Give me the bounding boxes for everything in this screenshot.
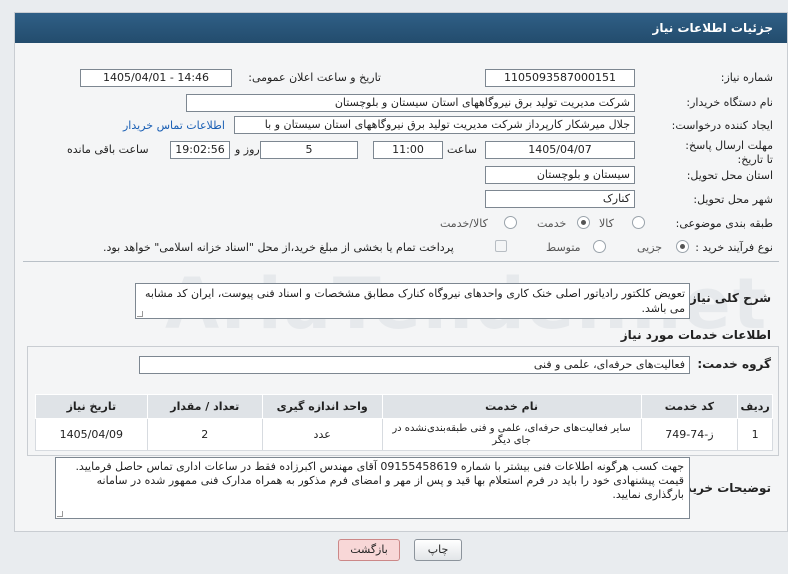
time-label: ساعت	[447, 143, 477, 156]
cell-unit: عدد	[261, 418, 383, 451]
resize-handle[interactable]	[137, 311, 143, 317]
services-table: ردیف کد خدمت نام خدمت واحد اندازه گیری ت…	[35, 394, 773, 451]
process-option-minor: جزیی	[637, 241, 663, 254]
details-panel: جزئیات اطلاعات نیاز AriaTender.net شماره…	[14, 12, 788, 532]
table-row: 1 ز-74-749 سایر فعالیت‌های حرفه‌ای، علمی…	[35, 418, 773, 451]
category-radio-service[interactable]	[577, 216, 590, 229]
remaining-time-field[interactable]: 19:02:56	[170, 141, 230, 159]
services-heading: اطلاعات خدمات مورد نیاز	[620, 328, 771, 342]
cell-qty: 2	[146, 418, 263, 451]
print-button[interactable]: چاپ	[414, 539, 462, 561]
col-date: تاریخ نیاز	[35, 394, 148, 419]
deadline-time-field[interactable]: 11:00	[373, 141, 443, 159]
col-qty: تعداد / مقدار	[146, 394, 263, 419]
announce-field[interactable]: 1405/04/01 - 14:46	[80, 69, 232, 87]
category-option-goods: کالا	[599, 217, 614, 230]
deadline-date-field[interactable]: 1405/04/07	[485, 141, 635, 159]
contact-buyer-link[interactable]: اطلاعات تماس خریدار	[123, 119, 225, 132]
cell-name: سایر فعالیت‌های حرفه‌ای، علمی و فنی طبقه…	[381, 418, 642, 451]
back-button[interactable]: بازگشت	[338, 539, 400, 561]
announce-label: تاریخ و ساعت اعلان عمومی:	[248, 71, 381, 84]
province-field[interactable]: سیستان و بلوچستان	[485, 166, 635, 184]
cell-code: ز-74-749	[640, 418, 739, 451]
need-number-label: شماره نیاز:	[720, 71, 773, 84]
deadline-label: مهلت ارسال پاسخ: تا تاریخ:	[685, 139, 773, 166]
buyer-field[interactable]: شرکت مدیریت تولید برق نیروگاههای استان س…	[186, 94, 635, 112]
summary-text[interactable]: تعویض کلکتور رادیاتور اصلی خنک کاری واحد…	[135, 283, 690, 319]
resize-handle[interactable]	[57, 511, 63, 517]
buyer-notes-text[interactable]: جهت کسب هرگونه اطلاعات فنی بیشتر با شمار…	[55, 457, 690, 519]
col-name: نام خدمت	[381, 394, 642, 419]
process-option-medium: متوسط	[546, 241, 581, 254]
creator-label: ایجاد کننده درخواست:	[671, 119, 773, 132]
process-radio-minor[interactable]	[676, 240, 689, 253]
divider	[23, 261, 779, 262]
category-label: طبقه بندی موضوعی:	[675, 217, 773, 230]
col-unit: واحد اندازه گیری	[261, 394, 383, 419]
service-group-label: گروه خدمت:	[697, 357, 771, 371]
payment-note: پرداخت تمام یا بخشی از مبلغ خرید،از محل …	[103, 241, 454, 254]
treasury-checkbox[interactable]	[495, 240, 507, 252]
days-field[interactable]: 5	[260, 141, 358, 159]
service-group-field[interactable]: فعالیت‌های حرفه‌ای، علمی و فنی	[139, 356, 690, 374]
creator-field[interactable]: جلال میرشکار کارپرداز شرکت مدیریت تولید …	[234, 116, 635, 134]
city-field[interactable]: کنارک	[485, 190, 635, 208]
province-label: استان محل تحویل:	[686, 169, 773, 182]
summary-label: شرح کلی نیاز:	[685, 291, 771, 305]
col-row: ردیف	[737, 394, 773, 419]
cell-row: 1	[737, 418, 773, 451]
process-label: نوع فرآیند خرید :	[695, 241, 773, 254]
cell-date: 1405/04/09	[35, 418, 148, 451]
days-label: روز و	[235, 143, 260, 156]
buyer-label: نام دستگاه خریدار:	[686, 96, 773, 109]
category-option-service: خدمت	[537, 217, 567, 230]
panel-title: جزئیات اطلاعات نیاز	[15, 13, 787, 43]
city-label: شهر محل تحویل:	[693, 193, 773, 206]
need-number-field[interactable]: 1105093587000151	[485, 69, 635, 87]
category-radio-goods[interactable]	[632, 216, 645, 229]
category-option-goods-service: کالا/خدمت	[440, 217, 488, 230]
col-code: کد خدمت	[640, 394, 739, 419]
remaining-label: ساعت باقی مانده	[67, 143, 149, 156]
process-radio-medium[interactable]	[593, 240, 606, 253]
category-radio-goods-service[interactable]	[504, 216, 517, 229]
